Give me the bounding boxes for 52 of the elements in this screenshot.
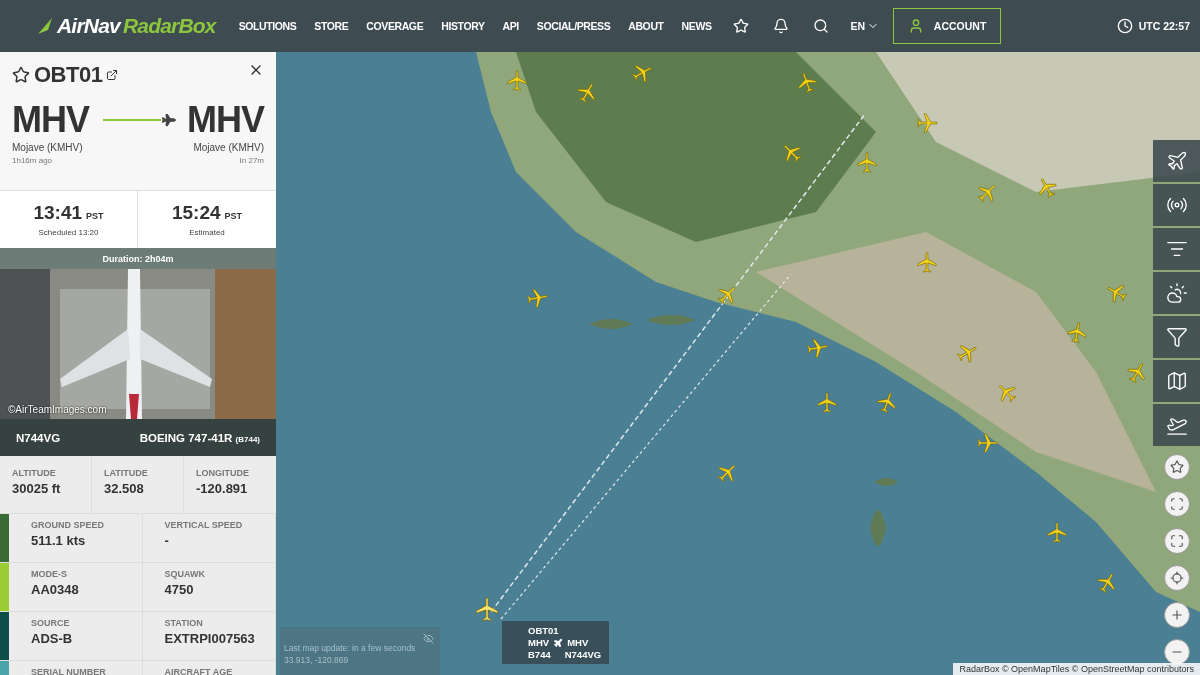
nav-link[interactable]: ABOUT xyxy=(619,20,673,32)
language-button[interactable]: EN xyxy=(840,20,894,32)
flight-callsign: OBT01 xyxy=(34,62,103,88)
detail-value: ADS-B xyxy=(31,631,74,646)
detail-label: SOURCE xyxy=(31,618,71,628)
detail-label: MODE-S xyxy=(31,569,68,579)
nav-link[interactable]: API xyxy=(493,20,528,32)
external-link-icon[interactable] xyxy=(106,69,119,81)
stat-label: ALTITUDE xyxy=(12,468,57,478)
route-line xyxy=(103,119,161,121)
detail-label: SERIAL NUMBER xyxy=(31,667,107,675)
logo-text: AirNav xyxy=(57,14,120,38)
time-caption: Estimated xyxy=(189,228,225,237)
departure-ago: 1h16m ago xyxy=(12,156,53,165)
detail-value: - xyxy=(164,533,170,548)
aircraft-type: BOEING 747-41R (B744) xyxy=(139,431,260,444)
detail-value: EXTRPI007563 xyxy=(164,631,255,646)
stat-value: 30025 ft xyxy=(12,481,62,496)
time-value: 15:24 PST xyxy=(171,202,243,224)
time-caption: Scheduled 13:20 xyxy=(38,228,99,237)
nav-link[interactable]: HISTORY xyxy=(432,20,494,32)
detail-value: 4750 xyxy=(164,582,195,597)
nav-link[interactable]: NEWS xyxy=(672,20,721,32)
stat-value: 32.508 xyxy=(104,481,145,496)
nav-link[interactable]: SOLUTIONS xyxy=(229,20,306,32)
stat-label: LATITUDE xyxy=(104,468,149,478)
detail-label: SQUAWK xyxy=(164,569,206,579)
origin-code: MHV xyxy=(12,102,89,138)
duration-bar: Duration: 2h04m xyxy=(0,248,276,269)
logo-product: RadarBox xyxy=(122,14,216,38)
stat-label: LONGITUDE xyxy=(196,468,250,478)
nav-link[interactable]: STORE xyxy=(305,20,358,32)
detail-label: AIRCRAFT AGE xyxy=(164,667,234,675)
time-value: 13:41 PST xyxy=(33,202,104,224)
detail-label: VERTICAL SPEED xyxy=(164,520,244,530)
nav-link[interactable]: COVERAGE xyxy=(357,20,433,32)
favorite-star-icon[interactable] xyxy=(12,66,30,84)
destination-name: Mojave (KMHV) xyxy=(193,142,264,153)
destination-code: MHV xyxy=(187,102,264,138)
detail-value: AA0348 xyxy=(31,582,80,597)
detail-value: 511.1 kts xyxy=(31,533,87,548)
photo-credit: ©AirTeamImages.com xyxy=(8,404,107,415)
nav-link[interactable]: SOCIAL/PRESS xyxy=(527,20,620,32)
registration: N744VG xyxy=(16,431,61,444)
clock-icon xyxy=(1116,18,1133,34)
origin-name: Mojave (KMHV) xyxy=(12,142,83,153)
account-button[interactable]: ACCOUNT xyxy=(893,8,1002,44)
arrival-in: In 27m xyxy=(239,156,264,165)
utc-clock: UTC 22:57 xyxy=(1138,20,1190,32)
detail-label: STATION xyxy=(164,618,204,628)
stat-value: -120.891 xyxy=(196,481,249,496)
detail-label: GROUND SPEED xyxy=(31,520,105,530)
